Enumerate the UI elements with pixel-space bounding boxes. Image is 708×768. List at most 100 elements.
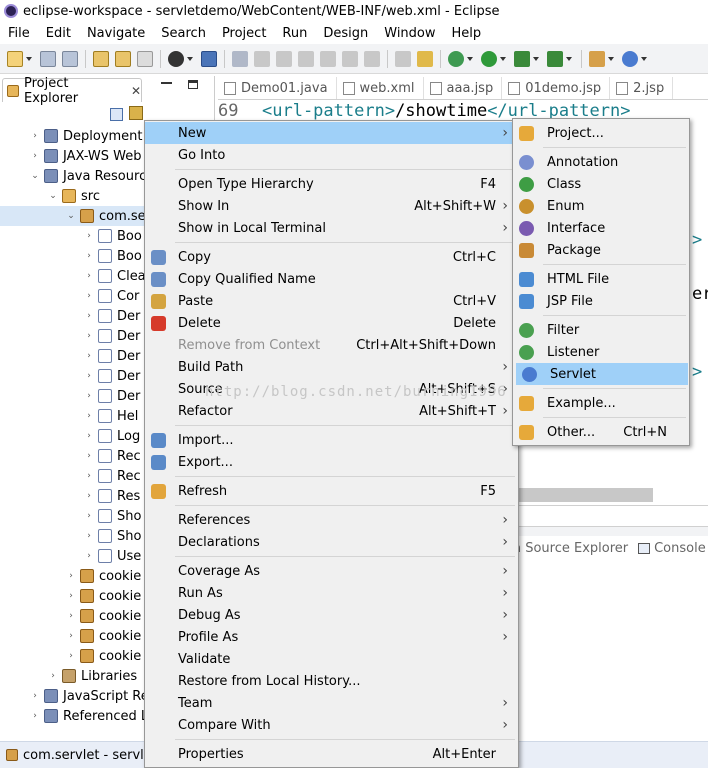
menu-item-new[interactable]: New › (145, 122, 518, 144)
expand-icon[interactable]: › (48, 671, 58, 681)
expand-icon[interactable]: › (84, 491, 94, 501)
expand-icon[interactable]: › (30, 711, 40, 721)
new-icon[interactable] (7, 50, 23, 67)
menu-navigate[interactable]: Navigate (79, 26, 153, 41)
maximize-icon[interactable] (188, 80, 198, 89)
step-into-icon[interactable] (342, 50, 358, 67)
expand-icon[interactable]: › (84, 231, 94, 241)
expand-icon[interactable]: › (84, 391, 94, 401)
tab-data-source-explorer[interactable]: ta Source Explorer (508, 541, 628, 556)
menu-item-coverage-as[interactable]: Coverage As › (145, 560, 518, 582)
menu-item-html-file[interactable]: HTML File (513, 268, 689, 290)
user-dropdown-icon[interactable] (187, 56, 193, 61)
tab-console[interactable]: Console (654, 541, 706, 556)
expand-icon[interactable]: › (66, 631, 76, 641)
menu-item-debug-as[interactable]: Debug As › (145, 604, 518, 626)
collapse-all-icon[interactable] (110, 108, 123, 121)
save-icon[interactable] (40, 50, 56, 67)
collapse-icon[interactable]: ⌄ (30, 171, 40, 181)
expand-icon[interactable]: › (30, 151, 40, 161)
tab-demo01-java[interactable]: Demo01.java (218, 77, 337, 99)
minimize-icon[interactable] (161, 82, 172, 84)
external-tools-icon[interactable] (547, 50, 563, 67)
terminate-icon[interactable] (298, 50, 314, 67)
expand-icon[interactable]: › (66, 591, 76, 601)
menu-item-other[interactable]: Other... Ctrl+N (513, 421, 689, 443)
menu-item-filter[interactable]: Filter (513, 319, 689, 341)
debug-icon[interactable] (448, 50, 464, 67)
collapse-icon[interactable]: ⌄ (48, 191, 58, 201)
menu-window[interactable]: Window (376, 26, 443, 41)
expand-icon[interactable]: › (84, 471, 94, 481)
run-dropdown-icon[interactable] (500, 56, 506, 61)
new-dropdown-icon[interactable] (26, 56, 32, 61)
collapse-icon[interactable]: ⌄ (66, 211, 76, 221)
expand-icon[interactable]: › (84, 551, 94, 561)
menu-item-go-into[interactable]: Go Into (145, 144, 518, 166)
menu-item-validate[interactable]: Validate (145, 648, 518, 670)
save-all-icon[interactable] (62, 50, 78, 67)
expand-icon[interactable]: › (84, 291, 94, 301)
tab-01demo-jsp[interactable]: 01demo.jsp (502, 77, 611, 99)
expand-icon[interactable]: › (84, 371, 94, 381)
menu-help[interactable]: Help (444, 26, 490, 41)
menu-item-build-path[interactable]: Build Path › (145, 356, 518, 378)
menu-item-show-in-local-terminal[interactable]: Show in Local Terminal › (145, 217, 518, 239)
menu-item-paste[interactable]: Paste Ctrl+V (145, 290, 518, 312)
menu-item-show-in[interactable]: Show In Alt+Shift+W › (145, 195, 518, 217)
expand-icon[interactable]: › (84, 411, 94, 421)
menu-design[interactable]: Design (315, 26, 376, 41)
monitor-icon[interactable] (201, 50, 217, 67)
suspend-icon[interactable] (276, 50, 292, 67)
menu-item-example[interactable]: Example... (513, 392, 689, 414)
menu-item-copy-qualified-name[interactable]: Copy Qualified Name (145, 268, 518, 290)
debug-dropdown-icon[interactable] (467, 56, 473, 61)
expand-icon[interactable]: › (84, 451, 94, 461)
expand-icon[interactable]: › (66, 611, 76, 621)
expand-icon[interactable]: › (84, 271, 94, 281)
menu-item-team[interactable]: Team › (145, 692, 518, 714)
menu-item-copy[interactable]: Copy Ctrl+C (145, 246, 518, 268)
menu-item-compare-with[interactable]: Compare With › (145, 714, 518, 736)
tab-aaa-jsp[interactable]: aaa.jsp (424, 77, 503, 99)
expand-icon[interactable]: › (66, 651, 76, 661)
link-with-editor-icon[interactable] (129, 106, 143, 120)
menu-item-jsp-file[interactable]: JSP File (513, 290, 689, 312)
menu-item-declarations[interactable]: Declarations › (145, 531, 518, 553)
resume-icon[interactable] (254, 50, 270, 67)
expand-icon[interactable]: › (84, 311, 94, 321)
coverage-dropdown-icon[interactable] (533, 56, 539, 61)
tab-2-jsp[interactable]: 2.jsp (610, 77, 674, 99)
new-class-dropdown-icon[interactable] (641, 56, 647, 61)
menu-edit[interactable]: Edit (38, 26, 79, 41)
drop-to-frame-icon[interactable] (395, 50, 411, 67)
step-over-icon[interactable] (364, 50, 380, 67)
menu-item-open-type-hierarchy[interactable]: Open Type Hierarchy F4 (145, 173, 518, 195)
menu-item-import[interactable]: Import... (145, 429, 518, 451)
menu-item-package[interactable]: Package (513, 239, 689, 261)
expand-icon[interactable]: › (30, 691, 40, 701)
menu-search[interactable]: Search (153, 26, 214, 41)
external-tools-dropdown-icon[interactable] (566, 56, 572, 61)
menu-item-project[interactable]: Project... (513, 122, 689, 144)
run-icon[interactable] (481, 50, 497, 67)
search-icon[interactable] (137, 50, 153, 67)
menu-item-run-as[interactable]: Run As › (145, 582, 518, 604)
menu-file[interactable]: File (0, 26, 38, 41)
expand-icon[interactable]: › (84, 511, 94, 521)
menu-item-source[interactable]: Source Alt+Shift+S › (145, 378, 518, 400)
tab-project-explorer[interactable]: Project Explorer ✕ (2, 76, 142, 106)
menu-item-delete[interactable]: Delete Delete (145, 312, 518, 334)
menu-item-servlet[interactable]: Servlet (516, 363, 688, 385)
expand-icon[interactable]: › (30, 131, 40, 141)
menu-item-class[interactable]: Class (513, 173, 689, 195)
open-type-icon[interactable] (93, 50, 109, 67)
expand-icon[interactable]: › (84, 351, 94, 361)
menu-project[interactable]: Project (214, 26, 274, 41)
coverage-icon[interactable] (514, 50, 530, 67)
menu-item-annotation[interactable]: Annotation (513, 151, 689, 173)
menu-run[interactable]: Run (274, 26, 315, 41)
close-icon[interactable]: ✕ (131, 84, 141, 98)
menu-item-refactor[interactable]: Refactor Alt+Shift+T › (145, 400, 518, 422)
menu-item-refresh[interactable]: Refresh F5 (145, 480, 518, 502)
